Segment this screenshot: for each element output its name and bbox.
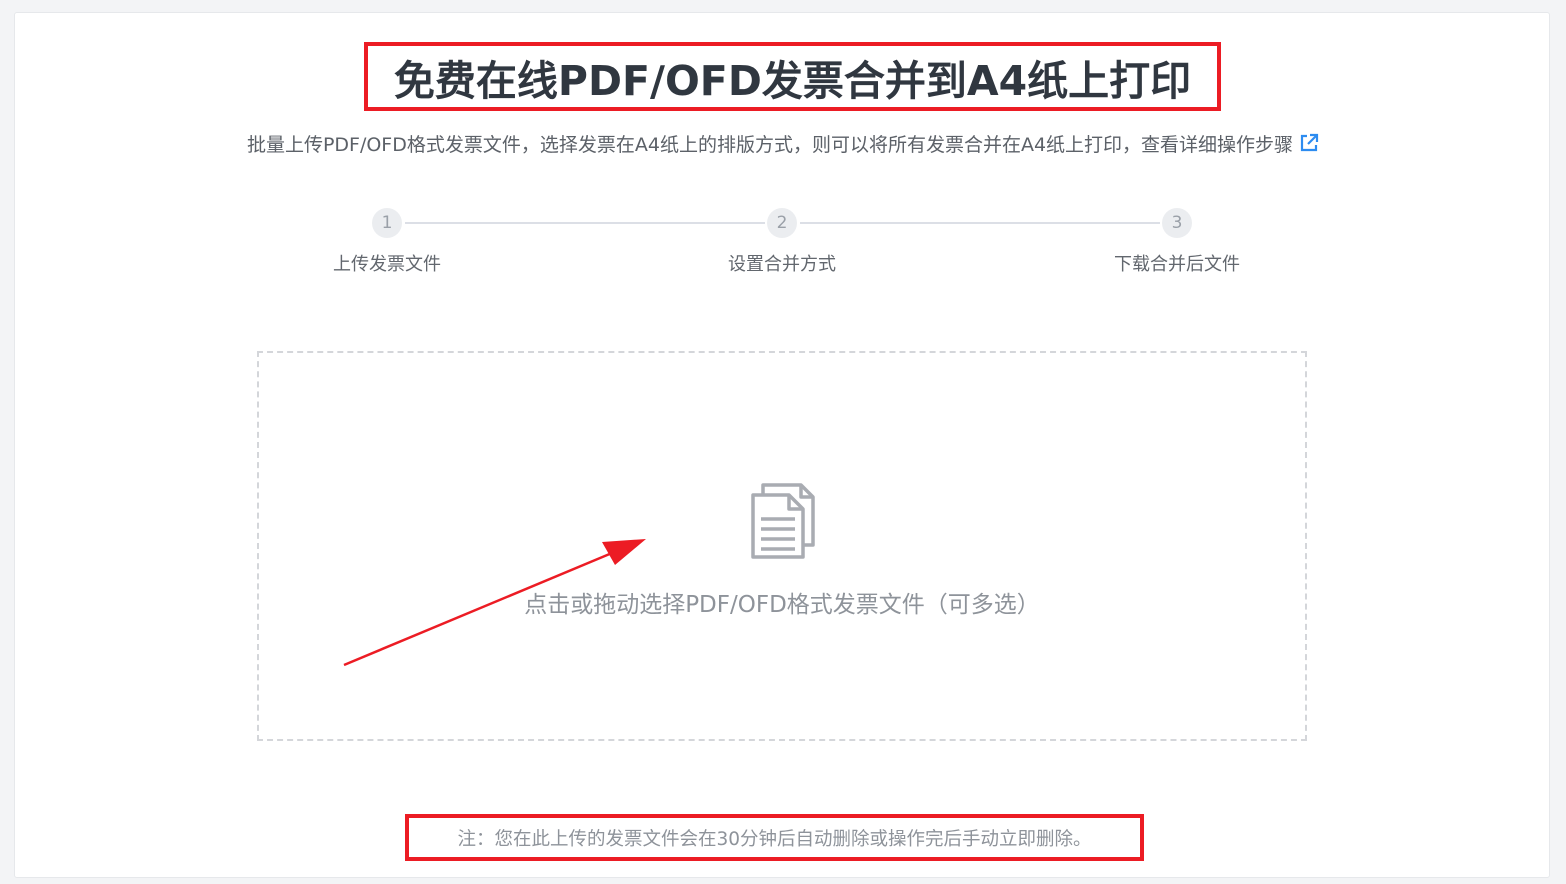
subtitle-text: 批量上传PDF/OFD格式发票文件，选择发票在A4纸上的排版方式，则可以将所有发…	[246, 134, 1294, 156]
page-title: 免费在线PDF/OFD发票合并到A4纸上打印	[393, 56, 1192, 105]
upload-prompt: 点击或拖动选择PDF/OFD格式发票文件（可多选）	[524, 592, 1040, 618]
note-highlight-box: 注：您在此上传的发票文件会在30分钟后自动删除或操作完后手动立即删除。	[405, 814, 1144, 861]
step-connector-2	[800, 222, 1160, 224]
step-connector-1	[405, 222, 765, 224]
deletion-note: 注：您在此上传的发票文件会在30分钟后自动删除或操作完后手动立即删除。	[457, 828, 1092, 850]
steps-progress: 1 上传发票文件 2 设置合并方式 3 下载合并后文件	[0, 208, 1566, 288]
document-stack-icon	[751, 483, 815, 559]
step-3-label: 下载合并后文件	[1114, 254, 1240, 275]
upload-dropzone[interactable]: 点击或拖动选择PDF/OFD格式发票文件（可多选）	[257, 351, 1307, 741]
step-1-label: 上传发票文件	[333, 254, 441, 275]
step-3-circle: 3	[1162, 208, 1192, 238]
title-highlight-box: 免费在线PDF/OFD发票合并到A4纸上打印	[364, 42, 1221, 111]
page-subtitle: 批量上传PDF/OFD格式发票文件，选择发票在A4纸上的排版方式，则可以将所有发…	[0, 130, 1566, 157]
external-link-icon[interactable]	[1299, 133, 1319, 153]
step-2-circle: 2	[767, 208, 797, 238]
step-1-circle: 1	[372, 208, 402, 238]
step-2-label: 设置合并方式	[728, 254, 836, 275]
